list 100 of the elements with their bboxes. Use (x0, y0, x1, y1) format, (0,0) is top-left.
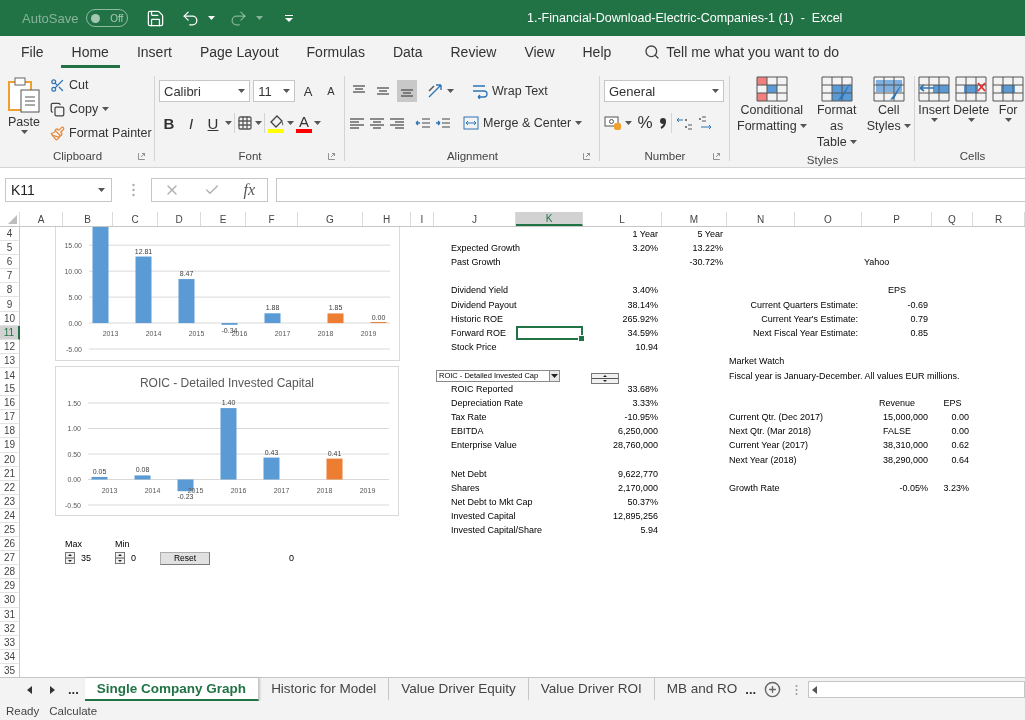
row-header[interactable]: 9 (0, 297, 20, 312)
italic-button[interactable]: I (181, 112, 201, 134)
align-left-icon[interactable] (349, 116, 365, 130)
sheet-tab[interactable]: Single Company Graph (84, 678, 260, 701)
cell-text: 15,000,000 (882, 412, 928, 423)
add-sheet-icon[interactable] (764, 681, 782, 698)
row-header[interactable]: 7 (0, 269, 20, 284)
increase-indent-icon[interactable] (435, 116, 451, 130)
row-header[interactable]: 28 (0, 565, 20, 580)
ribbon-tab[interactable]: Formulas (295, 36, 376, 68)
caret-icon (625, 121, 632, 125)
font-color-button[interactable]: A (296, 112, 312, 134)
row-header[interactable]: 19 (0, 438, 20, 453)
underline-button[interactable]: U (203, 112, 223, 134)
caret-icon (712, 89, 719, 93)
search-field[interactable]: Tell me what you want to do (666, 44, 840, 60)
row-header[interactable]: 5 (0, 241, 20, 256)
scroll-left-icon[interactable] (812, 685, 818, 694)
caret-icon (102, 107, 110, 111)
bar (264, 313, 281, 324)
currency-icon[interactable] (604, 115, 622, 131)
dialog-launcher-icon[interactable] (583, 153, 590, 160)
sheet-tab[interactable]: MB and RO (654, 678, 742, 701)
formula-field[interactable] (276, 178, 1025, 202)
font-name-field[interactable]: Calibri (159, 80, 251, 102)
insert-function-button[interactable]: fx (243, 181, 256, 199)
cell-text: -10.95% (624, 412, 658, 423)
ribbon-tab[interactable]: Data (381, 36, 434, 68)
paste-button[interactable]: Paste (4, 74, 44, 145)
align-center-icon[interactable] (369, 116, 385, 130)
row-header[interactable]: 27 (0, 551, 20, 566)
row-header[interactable]: 4 (0, 227, 20, 242)
customize-icon[interactable] (285, 14, 294, 22)
styles-button[interactable]: Format as Table (813, 74, 860, 152)
decrease-decimal-icon[interactable] (696, 114, 714, 132)
horizontal-scrollbar[interactable] (808, 681, 1025, 698)
row-header[interactable]: 30 (0, 593, 20, 608)
row-header[interactable]: 29 (0, 579, 20, 594)
row-header[interactable]: 6 (0, 255, 20, 270)
cell-text: Expected Growth (451, 243, 521, 254)
format-painter-button[interactable]: Format Painter (48, 122, 154, 144)
dialog-launcher-icon[interactable] (713, 153, 720, 160)
copy-button[interactable]: Copy (48, 98, 154, 120)
grow-font-button[interactable]: A (298, 80, 318, 102)
percent-button[interactable]: % (635, 112, 655, 134)
wrap-text-button[interactable]: Wrap Text (470, 80, 550, 102)
styles-button[interactable]: Cell Styles (863, 74, 914, 152)
group-label: Number (644, 150, 686, 162)
cut-button[interactable]: Cut (48, 74, 154, 96)
merge-center-button[interactable]: Merge & Center (461, 112, 585, 134)
cell-text: Enterprise Value (451, 440, 517, 451)
orientation-icon[interactable] (427, 83, 443, 99)
row-header[interactable]: 16 (0, 396, 20, 411)
caret-icon (208, 16, 216, 20)
styles-button[interactable]: Conditional Formatting (734, 74, 810, 152)
save-icon[interactable] (146, 8, 166, 28)
cell-text: 0.62 (951, 440, 969, 451)
caret-icon (238, 89, 246, 93)
font-size-field[interactable]: 11 (253, 80, 295, 102)
ribbon-tab[interactable]: View (513, 36, 566, 68)
spin-button[interactable] (65, 552, 75, 565)
align-right-icon[interactable] (389, 116, 405, 130)
cell-text: 1 Year (632, 229, 658, 240)
dialog-launcher-icon[interactable] (328, 153, 335, 160)
ribbon-tab[interactable]: Help (571, 36, 623, 68)
bold-button[interactable]: B (159, 112, 179, 134)
search-icon[interactable] (644, 44, 661, 60)
cells-button[interactable]: For (991, 74, 1025, 145)
number-format-field[interactable]: General (604, 80, 724, 102)
cell-text: 265.92% (622, 313, 658, 324)
name-box[interactable]: K11 (5, 178, 112, 202)
more-sheets-button[interactable]: ... (741, 678, 763, 701)
cell-text: Invested Capital (451, 510, 516, 521)
dialog-launcher-icon[interactable] (138, 153, 145, 160)
reset-button[interactable]: Reset (160, 551, 210, 565)
row-header[interactable]: 15 (0, 382, 20, 397)
bar (263, 457, 280, 480)
cell-styles-icon (872, 76, 905, 102)
ribbon-tab[interactable]: Review (439, 36, 508, 68)
cells-button[interactable]: Insert (917, 74, 951, 145)
align-middle-icon[interactable] (375, 84, 391, 98)
comma-style-icon[interactable] (658, 115, 668, 131)
shrink-font-button[interactable]: A (321, 80, 341, 102)
ribbon-tab[interactable]: Insert (125, 36, 183, 68)
row-header[interactable]: 17 (0, 410, 20, 425)
decrease-indent-icon[interactable] (415, 116, 431, 130)
column-header[interactable]: K (516, 212, 583, 226)
borders-icon[interactable] (237, 115, 253, 131)
bar (134, 475, 151, 480)
spin-button[interactable] (115, 552, 125, 565)
ribbon-tab[interactable]: File (10, 36, 55, 68)
spin-button[interactable] (591, 372, 619, 384)
row-header[interactable]: 26 (0, 537, 20, 552)
row-header[interactable]: 18 (0, 424, 20, 439)
caret-icon (575, 121, 583, 125)
fill-color-icon[interactable] (267, 113, 285, 133)
ribbon-tab[interactable]: Page Layout (188, 36, 290, 68)
row-header[interactable]: 8 (0, 283, 20, 298)
more-sheets-button[interactable]: ... (64, 678, 85, 701)
cells-button[interactable]: Delete (952, 74, 991, 145)
